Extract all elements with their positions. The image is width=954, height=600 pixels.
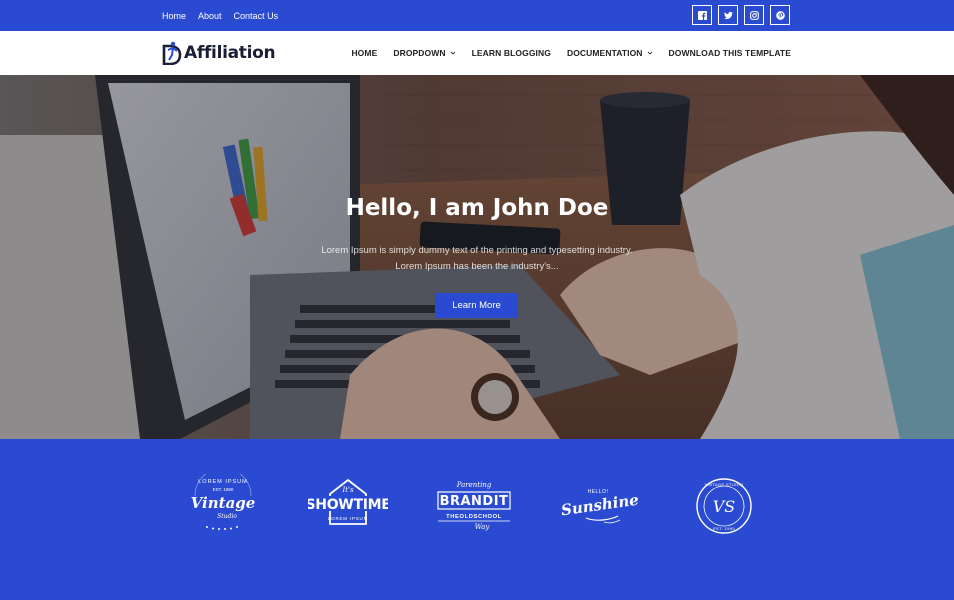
- top-bar: Home About Contact Us: [0, 0, 954, 31]
- vs-main-text: VS: [713, 497, 736, 516]
- vs-vintage-studio-logo: VINTAGE STUDIO VS EST. 1990: [696, 478, 752, 534]
- brand-logo-vs: VINTAGE STUDIO VS EST. 1990: [692, 474, 756, 538]
- sunshine-top-text: HELLO!: [588, 489, 609, 495]
- nav-learn-blogging[interactable]: LEARN BLOGGING: [472, 48, 551, 58]
- hero-section: Hello, I am John Doe Lorem Ipsum is simp…: [0, 75, 954, 439]
- twitter-button[interactable]: [718, 5, 738, 25]
- brandit-top-text: Parenting: [456, 481, 492, 489]
- brand-logo-sunshine: HELLO! Sunshine: [560, 474, 640, 538]
- nav-learn-blogging-label: LEARN BLOGGING: [471, 48, 551, 58]
- nav-home-label: HOME: [351, 48, 378, 58]
- pinterest-button[interactable]: [770, 5, 790, 25]
- vintage-main-text: Vintage: [191, 494, 256, 512]
- brandit-main-text: BRANDIT: [440, 494, 509, 509]
- top-link-contact[interactable]: Contact Us: [234, 11, 279, 21]
- brand-logo-vintage: LOREM IPSUM EST. 1990 Vintage Studio: [185, 474, 261, 538]
- showtime-top-text: It's: [341, 486, 354, 494]
- logo-text: Affiliation: [184, 43, 276, 63]
- brand-logo-brandit: Parenting BRANDIT THEOLDSCHOOL Way: [434, 474, 514, 538]
- sunshine-logo: HELLO! Sunshine: [560, 489, 640, 524]
- vintage-top-text: LOREM IPSUM: [198, 479, 248, 485]
- chevron-down-icon: [450, 51, 455, 55]
- nav-download-template[interactable]: DOWNLOAD THIS TEMPLATE: [669, 48, 791, 58]
- showtime-foot-text: LOREM IPSUM: [328, 516, 368, 521]
- vs-foot-text: EST. 1990: [713, 526, 735, 531]
- brandit-foot-text: Way: [475, 523, 491, 531]
- main-nav: HOME DROPDOWN LEARN BLOGGING DOCUMENTATI…: [351, 31, 791, 75]
- instagram-icon: [749, 10, 759, 20]
- brandit-sub-text: THEOLDSCHOOL: [446, 514, 502, 520]
- sunshine-main-text: Sunshine: [560, 491, 640, 520]
- nav-dropdown-label: DROPDOWN: [393, 48, 446, 58]
- site-logo[interactable]: Affiliation: [162, 37, 276, 69]
- vintage-foot-text: Studio: [217, 513, 237, 520]
- vintage-sub-text: EST. 1990: [213, 487, 234, 492]
- twitter-icon: [723, 11, 733, 19]
- facebook-icon: [697, 10, 707, 20]
- nav-home[interactable]: HOME: [351, 48, 377, 58]
- vintage-studio-logo: LOREM IPSUM EST. 1990 Vintage Studio: [191, 474, 256, 530]
- top-link-about[interactable]: About: [198, 11, 222, 21]
- facebook-button[interactable]: [692, 5, 712, 25]
- top-link-home[interactable]: Home: [162, 11, 186, 21]
- brand-logo-showtime: It's SHOWTIME LOREM IPSUM: [308, 474, 388, 538]
- showtime-main-text: SHOWTIME: [308, 497, 388, 513]
- pinterest-icon: [775, 10, 785, 20]
- hero-title: Hello, I am John Doe: [345, 195, 609, 221]
- logo-mark-icon: [162, 41, 182, 65]
- top-links: Home About Contact Us: [162, 0, 278, 31]
- showtime-logo: It's SHOWTIME LOREM IPSUM: [308, 478, 388, 525]
- social-links: [692, 5, 790, 25]
- nav-download-template-label: DOWNLOAD THIS TEMPLATE: [668, 48, 791, 58]
- site-header: Affiliation HOME DROPDOWN LEARN BLOGGING…: [0, 31, 954, 75]
- vs-top-text: VINTAGE STUDIO: [704, 482, 743, 487]
- nav-documentation[interactable]: DOCUMENTATION: [567, 48, 653, 58]
- nav-dropdown[interactable]: DROPDOWN: [393, 48, 455, 58]
- hero-description: Lorem Ipsum is simply dummy text of the …: [321, 245, 633, 272]
- chevron-down-icon: [647, 51, 652, 55]
- brandit-logo: Parenting BRANDIT THEOLDSCHOOL Way: [437, 481, 511, 531]
- instagram-button[interactable]: [744, 5, 764, 25]
- learn-more-button[interactable]: Learn More: [435, 293, 518, 318]
- brand-logos-section: LOREM IPSUM EST. 1990 Vintage Studio It'…: [0, 439, 954, 600]
- nav-documentation-label: DOCUMENTATION: [566, 48, 643, 58]
